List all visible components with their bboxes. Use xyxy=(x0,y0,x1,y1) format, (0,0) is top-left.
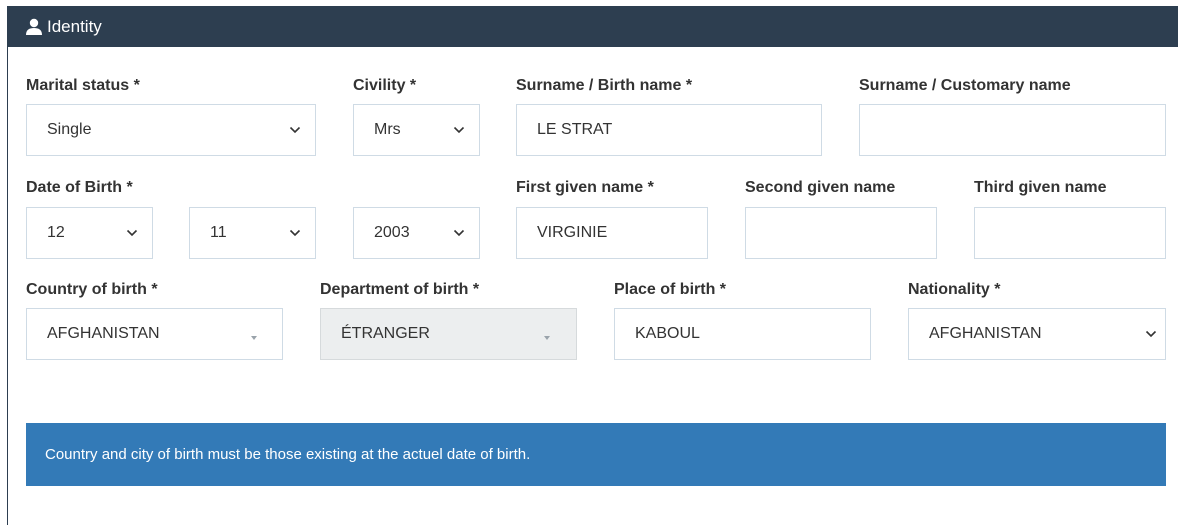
surname-birth-value: LE STRAT xyxy=(537,121,613,138)
department-of-birth-label: Department of birth * xyxy=(320,281,480,298)
user-icon xyxy=(26,18,42,35)
third-given-name-input[interactable] xyxy=(974,207,1166,259)
chevron-down-icon xyxy=(1145,330,1157,338)
birth-day-select[interactable]: 12 xyxy=(26,207,153,259)
first-given-name-label: First given name * xyxy=(516,179,654,196)
surname-customary-label: Surname / Customary name xyxy=(859,77,1071,94)
country-of-birth-label: Country of birth * xyxy=(26,281,158,298)
third-given-name-label: Third given name xyxy=(974,179,1107,196)
date-of-birth-label: Date of Birth * xyxy=(26,179,133,196)
nationality-label: Nationality * xyxy=(908,281,1001,298)
civility-label: Civility * xyxy=(353,77,417,94)
panel-header: Identity xyxy=(8,6,1178,47)
first-given-name-input[interactable]: VIRGINIE xyxy=(516,207,708,259)
birth-year-select[interactable]: 2003 xyxy=(353,207,480,259)
chevron-down-icon xyxy=(289,126,301,134)
birth-month-value: 11 xyxy=(210,224,227,241)
marital-status-label: Marital status * xyxy=(26,77,140,94)
birth-year-value: 2003 xyxy=(374,224,410,241)
nationality-value: AFGHANISTAN xyxy=(929,325,1042,342)
civility-value: Mrs xyxy=(374,121,401,138)
second-given-name-label: Second given name xyxy=(745,179,896,196)
chevron-down-icon xyxy=(289,229,301,237)
panel-title: Identity xyxy=(47,16,102,36)
surname-birth-label: Surname / Birth name * xyxy=(516,77,693,94)
info-alert: Country and city of birth must be those … xyxy=(26,423,1166,486)
place-of-birth-value: KABOUL xyxy=(635,325,700,342)
chevron-down-icon xyxy=(126,229,138,237)
info-alert-text: Country and city of birth must be those … xyxy=(45,446,531,463)
surname-birth-input[interactable]: LE STRAT xyxy=(516,104,822,156)
country-of-birth-select[interactable]: AFGHANISTAN xyxy=(26,308,283,360)
marital-status-select[interactable]: Single xyxy=(26,104,316,156)
place-of-birth-label: Place of birth * xyxy=(614,281,727,298)
birth-day-value: 12 xyxy=(47,224,65,241)
surname-customary-input[interactable] xyxy=(859,104,1166,156)
department-of-birth-value: ÉTRANGER xyxy=(341,325,430,342)
dropdown-arrow-icon xyxy=(544,336,550,340)
second-given-name-input[interactable] xyxy=(745,207,937,259)
birth-month-select[interactable]: 11 xyxy=(189,207,316,259)
country-of-birth-value: AFGHANISTAN xyxy=(47,325,160,342)
place-of-birth-input[interactable]: KABOUL xyxy=(614,308,871,360)
marital-status-value: Single xyxy=(47,121,92,138)
first-given-name-value: VIRGINIE xyxy=(537,224,608,241)
dropdown-arrow-icon xyxy=(251,336,257,340)
nationality-select[interactable]: AFGHANISTAN xyxy=(908,308,1166,360)
civility-select[interactable]: Mrs xyxy=(353,104,480,156)
chevron-down-icon xyxy=(453,126,465,134)
department-of-birth-select: ÉTRANGER xyxy=(320,308,577,360)
chevron-down-icon xyxy=(453,229,465,237)
